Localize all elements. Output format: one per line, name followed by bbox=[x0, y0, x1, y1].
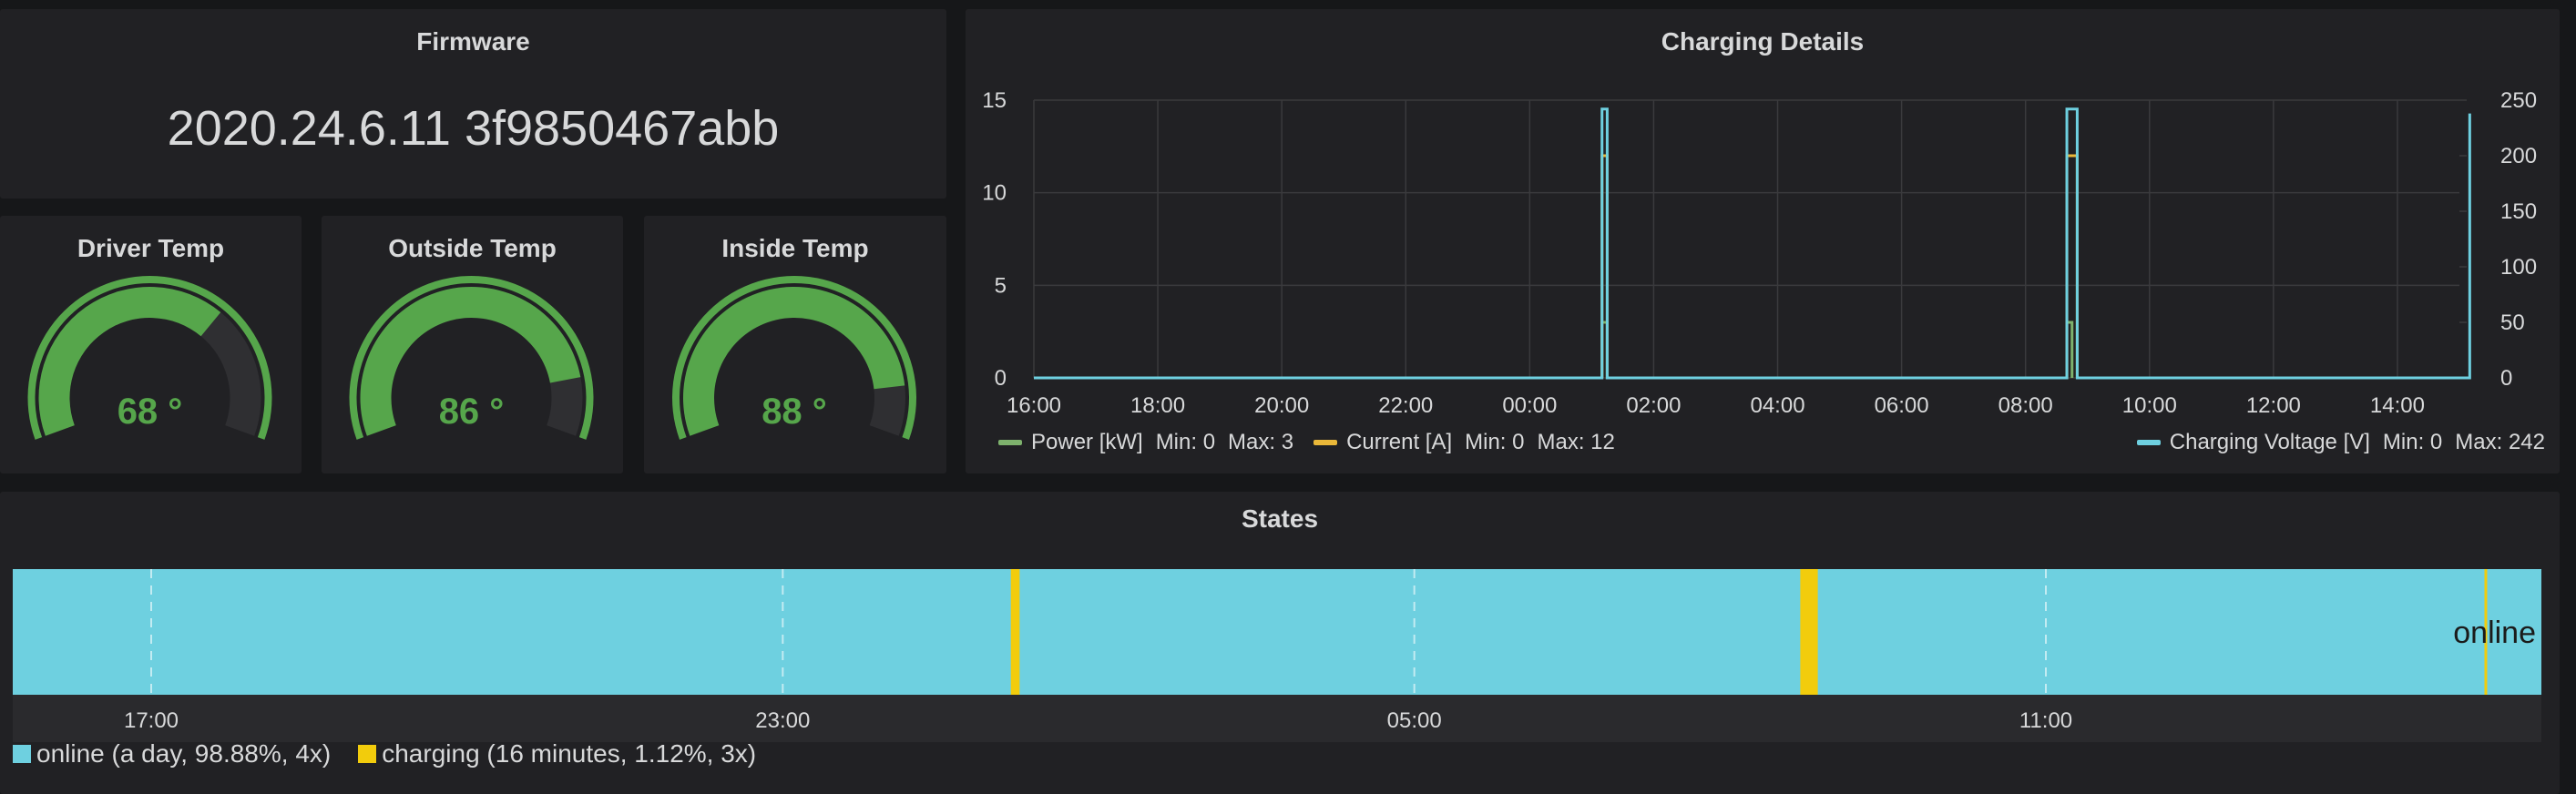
legend-power[interactable]: Power [kW] Min: 0 Max: 3 bbox=[998, 430, 1293, 455]
outside-temp-gauge: 86 ° bbox=[349, 275, 594, 440]
charging-swatch bbox=[358, 745, 377, 763]
states-title[interactable]: States bbox=[0, 504, 2560, 534]
legend-charging-label: charging (16 minutes, 1.12%, 3x) bbox=[382, 739, 757, 768]
firmware-version: 2020.24.6.11 3f9850467abb bbox=[167, 101, 780, 156]
x-tick-label: 02:00 bbox=[1626, 393, 1681, 418]
firmware-panel-title[interactable]: Firmware bbox=[0, 27, 946, 56]
voltage-swatch bbox=[2136, 440, 2161, 445]
legend-charging[interactable]: charging (16 minutes, 1.12%, 3x) bbox=[358, 739, 756, 769]
x-tick-label: 12:00 bbox=[2246, 393, 2301, 418]
legend-voltage-min: Min: 0 bbox=[2382, 430, 2443, 454]
charging-segment bbox=[1800, 569, 1818, 695]
driver-temp-gauge: 68 ° bbox=[27, 275, 272, 440]
driver-temp-panel: Driver Temp 68 ° bbox=[0, 216, 302, 473]
gauge-value: 88 ° bbox=[762, 392, 827, 432]
firmware-panel: Firmware 2020.24.6.11 3f9850467abb bbox=[0, 9, 946, 198]
x-tick-label: 10:00 bbox=[2122, 393, 2177, 418]
y-right-tick-label: 100 bbox=[2500, 255, 2537, 280]
charging-details-chart[interactable]: 16:00 18:00 20:00 22:00 00:00 02:00 04:00 06:00… bbox=[966, 64, 2560, 473]
legend-online[interactable]: online (a day, 98.88%, 4x) bbox=[13, 739, 331, 769]
y-left-tick-label: 5 bbox=[995, 273, 1007, 298]
y-right-tick-label: 200 bbox=[2500, 144, 2537, 168]
x-tick-label: 08:00 bbox=[1998, 393, 2053, 418]
x-tick-label: 16:00 bbox=[1007, 393, 1061, 418]
time-tick-label: 11:00 bbox=[2019, 708, 2072, 733]
states-legend: online (a day, 98.88%, 4x) charging (16 … bbox=[13, 739, 783, 769]
x-tick-label: 00:00 bbox=[1502, 393, 1557, 418]
x-tick-label: 04:00 bbox=[1750, 393, 1804, 418]
legend-voltage-label: Charging Voltage [V] bbox=[2169, 430, 2370, 454]
x-tick-label: 18:00 bbox=[1130, 393, 1185, 418]
legend-power-min: Min: 0 bbox=[1155, 430, 1216, 454]
charging-details-panel: Charging Details 16:00 18:00 20:00 22:00 00:… bbox=[966, 9, 2560, 473]
charging-segment bbox=[1010, 569, 1020, 695]
y-left-tick-label: 10 bbox=[982, 181, 1007, 206]
charging-legend-left: Power [kW] Min: 0 Max: 3 Current [A] Min… bbox=[998, 430, 1635, 455]
outside-temp-panel: Outside Temp 86 ° bbox=[322, 216, 623, 473]
x-tick-label: 22:00 bbox=[1378, 393, 1433, 418]
legend-power-label: Power [kW] bbox=[1031, 430, 1143, 454]
time-tick-label: 23:00 bbox=[755, 708, 810, 733]
gauge-value: 68 ° bbox=[118, 392, 183, 432]
y-left-tick-label: 15 bbox=[982, 88, 1007, 113]
legend-current-label: Current [A] bbox=[1346, 430, 1453, 454]
charging-details-title[interactable]: Charging Details bbox=[966, 27, 2560, 56]
series-line-current bbox=[1600, 154, 2079, 380]
inside-temp-gauge: 88 ° bbox=[672, 276, 916, 440]
legend-current-min: Min: 0 bbox=[1465, 430, 1525, 454]
time-axis-band bbox=[13, 695, 2541, 742]
legend-current-max: Max: 12 bbox=[1537, 430, 1615, 454]
y-left-tick-label: 0 bbox=[995, 366, 1007, 391]
power-swatch bbox=[998, 440, 1022, 445]
online-segment bbox=[13, 569, 2541, 695]
state-bar-label: online bbox=[2453, 616, 2536, 650]
series-line-charging bbox=[1034, 107, 2471, 380]
charging-legend-right: Charging Voltage [V] Min: 0 Max: 242 bbox=[2136, 430, 2545, 455]
time-tick-label: 17:00 bbox=[124, 708, 179, 733]
series-line-power bbox=[1600, 321, 2074, 380]
y-right-tick-label: 0 bbox=[2500, 366, 2512, 391]
inside-temp-panel: Inside Temp 88 ° bbox=[644, 216, 946, 473]
x-tick-label: 20:00 bbox=[1254, 393, 1309, 418]
y-right-tick-label: 50 bbox=[2500, 310, 2525, 335]
legend-voltage[interactable]: Charging Voltage [V] Min: 0 Max: 242 bbox=[2136, 430, 2545, 455]
gauge-value: 86 ° bbox=[439, 392, 505, 432]
y-right-tick-label: 150 bbox=[2500, 199, 2537, 224]
legend-voltage-max: Max: 242 bbox=[2455, 430, 2545, 454]
time-tick-label: 05:00 bbox=[1387, 708, 1442, 733]
online-swatch bbox=[13, 745, 31, 763]
x-tick-label: 14:00 bbox=[2370, 393, 2425, 418]
legend-online-label: online (a day, 98.88%, 4x) bbox=[36, 739, 332, 768]
legend-current[interactable]: Current [A] Min: 0 Max: 12 bbox=[1314, 430, 1615, 455]
current-swatch bbox=[1314, 440, 1338, 445]
x-tick-label: 06:00 bbox=[1875, 393, 1929, 418]
legend-power-max: Max: 3 bbox=[1228, 430, 1294, 454]
y-right-tick-label: 250 bbox=[2500, 88, 2537, 113]
